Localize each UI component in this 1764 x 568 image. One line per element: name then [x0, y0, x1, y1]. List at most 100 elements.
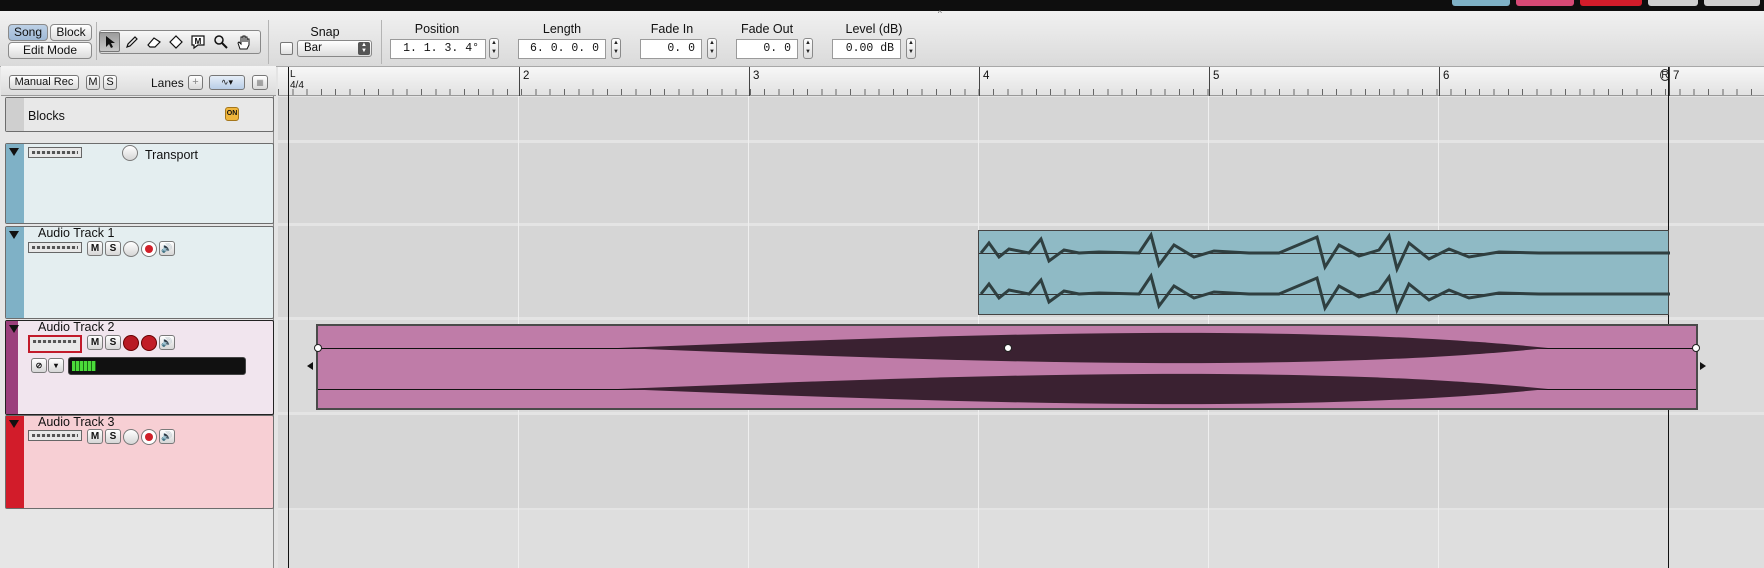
bar-number: 7: [1673, 70, 1680, 82]
left-locator-marker[interactable]: L: [290, 69, 296, 80]
track-3-lane[interactable]: [278, 415, 1764, 508]
magnify-icon[interactable]: [210, 32, 231, 52]
collapse-triangle-icon[interactable]: [9, 325, 19, 333]
collapse-triangle-icon[interactable]: [9, 148, 19, 156]
lane-options-button[interactable]: ▦: [252, 75, 268, 90]
manual-rec-button[interactable]: Manual Rec: [9, 75, 79, 90]
transport-track[interactable]: Transport: [5, 143, 274, 224]
resize-left-handle-icon[interactable]: [307, 362, 313, 370]
monitor-active-icon[interactable]: [123, 335, 139, 351]
mute-all-button[interactable]: M: [86, 75, 100, 90]
fade-out-stepper[interactable]: ▲ ▼: [803, 38, 813, 59]
tuner-icon[interactable]: ⊘: [31, 358, 47, 373]
speaker-icon[interactable]: 🔊: [159, 335, 175, 350]
timeline-ruler[interactable]: L 4/4 2 3 4 5 6 R7: [278, 67, 1764, 96]
snap-value: Bar: [304, 42, 322, 54]
monitor-icon[interactable]: [123, 241, 139, 257]
mute-tool-icon[interactable]: M: [187, 32, 208, 52]
razor-icon[interactable]: [165, 32, 186, 52]
level-field[interactable]: 0.00 dB: [832, 39, 901, 59]
audio-track-2[interactable]: Audio Track 2 M S 🔊 ⊘ ▾: [5, 320, 274, 415]
speaker-icon[interactable]: 🔊: [159, 241, 175, 256]
fade-out-label: Fade Out: [740, 22, 794, 36]
chevron-down-icon[interactable]: ▾: [48, 358, 64, 373]
block-mode-button[interactable]: Block: [50, 24, 92, 41]
position-label: Position: [414, 22, 460, 36]
record-enable-button[interactable]: [141, 429, 157, 445]
fade-in-stepper[interactable]: ▲ ▼: [707, 38, 717, 59]
audio-track-1[interactable]: Audio Track 1 M S 🔊: [5, 226, 274, 319]
blocks-on-badge[interactable]: ON: [225, 107, 239, 121]
top-transport-button[interactable]: [1580, 0, 1642, 6]
top-transport-button[interactable]: [1516, 0, 1574, 6]
bar-number: 5: [1213, 70, 1220, 82]
top-transport-button[interactable]: [1648, 0, 1698, 6]
automation-icon[interactable]: [122, 145, 138, 161]
monitor-icon[interactable]: [123, 429, 139, 445]
bar-marker: 2: [519, 67, 529, 96]
resize-right-handle-icon[interactable]: [1700, 362, 1706, 370]
fade-handle[interactable]: [314, 344, 322, 352]
bar-marker: R7: [1660, 67, 1679, 96]
length-field[interactable]: 6. 0. 0. 0: [518, 39, 606, 59]
bar-marker: 4: [979, 67, 989, 96]
lanes-label: Lanes: [151, 76, 184, 90]
track-color-stripe: [6, 416, 24, 508]
collapse-triangle-icon[interactable]: [9, 231, 19, 239]
mute-button[interactable]: M: [87, 335, 103, 350]
level-stepper[interactable]: ▲ ▼: [906, 38, 916, 59]
wave-icon: ∿▾: [220, 77, 234, 87]
track-name: Audio Track 3: [38, 415, 115, 429]
add-lane-button[interactable]: +: [188, 75, 203, 90]
mute-button[interactable]: M: [87, 241, 103, 256]
position-field[interactable]: 1. 1. 3. 4°: [390, 39, 486, 59]
input-level-meter: [68, 357, 246, 375]
blocks-label: Blocks: [28, 109, 65, 123]
transport-lane[interactable]: [278, 143, 1764, 223]
blocks-lane[interactable]: [278, 97, 1764, 140]
snap-select[interactable]: Bar ▲ ▼: [297, 40, 372, 57]
pencil-icon[interactable]: [121, 32, 142, 52]
blocks-track[interactable]: Blocks ON: [5, 97, 274, 132]
solo-all-button[interactable]: S: [103, 75, 117, 90]
collapse-handle[interactable]: ^: [938, 9, 942, 18]
bar-marker: 6: [1439, 67, 1449, 96]
collapse-triangle-icon[interactable]: [9, 420, 19, 428]
track-name: Audio Track 2: [38, 320, 115, 334]
solo-button[interactable]: S: [105, 429, 121, 444]
right-locator-line: [1668, 67, 1669, 568]
edit-mode-button[interactable]: Edit Mode: [8, 42, 92, 59]
position-stepper[interactable]: ▲ ▼: [489, 38, 499, 59]
pointer-icon[interactable]: [99, 32, 120, 52]
audio-clip-track-2[interactable]: [314, 324, 1700, 410]
audio-clip-track-1[interactable]: [978, 230, 1670, 315]
level-handle[interactable]: [1004, 344, 1012, 352]
hand-icon[interactable]: [233, 32, 254, 52]
length-stepper[interactable]: ▲ ▼: [611, 38, 621, 59]
solo-button[interactable]: S: [105, 335, 121, 350]
top-transport-button[interactable]: [1452, 0, 1510, 6]
eraser-icon[interactable]: [143, 32, 164, 52]
record-enable-button[interactable]: [141, 241, 157, 257]
fade-in-field[interactable]: 0. 0: [640, 39, 702, 59]
fade-handle[interactable]: [1692, 344, 1700, 352]
track-color-stripe: [6, 98, 24, 131]
device-thumbnail[interactable]: [28, 430, 82, 441]
lane-type-select[interactable]: ∿▾: [209, 75, 245, 90]
chevron-updown-icon: ▲ ▼: [358, 42, 370, 55]
mute-button[interactable]: M: [87, 429, 103, 444]
record-armed-button[interactable]: [141, 335, 157, 351]
audio-track-3[interactable]: Audio Track 3 M S 🔊: [5, 415, 274, 509]
ruler-ticks: [278, 89, 1764, 95]
bar-number: 4: [983, 70, 990, 82]
song-mode-button[interactable]: Song: [8, 24, 48, 41]
top-transport-button[interactable]: [1704, 0, 1760, 6]
device-thumbnail[interactable]: [28, 147, 82, 158]
device-thumbnail[interactable]: [28, 242, 82, 253]
device-thumbnail-selected[interactable]: [28, 335, 82, 353]
speaker-icon[interactable]: 🔊: [159, 429, 175, 444]
solo-button[interactable]: S: [105, 241, 121, 256]
snap-checkbox[interactable]: [280, 42, 293, 55]
empty-lane[interactable]: [278, 510, 1764, 568]
fade-out-field[interactable]: 0. 0: [736, 39, 798, 59]
